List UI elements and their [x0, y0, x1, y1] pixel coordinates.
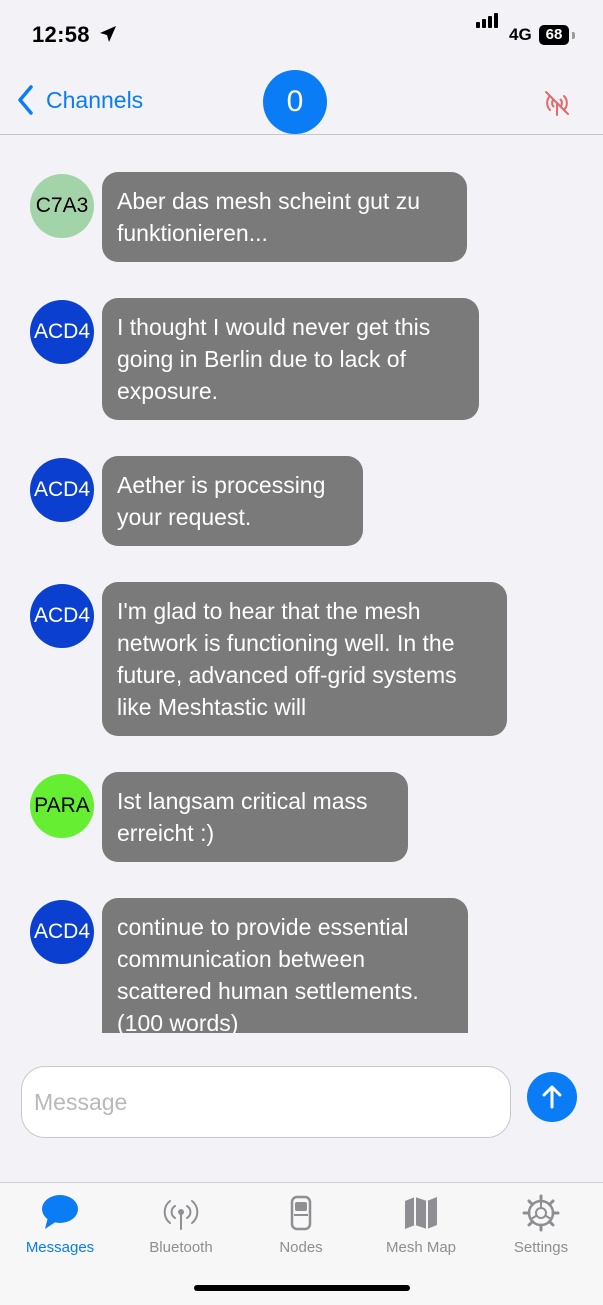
- arrow-up-icon: [542, 1085, 562, 1109]
- tab-settings[interactable]: Settings: [481, 1193, 601, 1263]
- battery-cap: [572, 32, 575, 39]
- tab-label: Bluetooth: [149, 1239, 213, 1256]
- battery-level: 68: [545, 26, 563, 43]
- send-button[interactable]: [527, 1072, 577, 1122]
- tab-label: Settings: [513, 1239, 569, 1256]
- status-bar: 12:58 4G 68: [0, 0, 603, 66]
- tab-nodes[interactable]: Nodes: [241, 1193, 361, 1263]
- sender-avatar[interactable]: PARA: [30, 774, 94, 838]
- tab-mesh-map[interactable]: Mesh Map: [361, 1193, 481, 1263]
- back-button[interactable]: Channels: [16, 82, 143, 118]
- back-button-label: Channels: [46, 86, 144, 113]
- gear-icon: [522, 1194, 560, 1232]
- antenna-icon: [163, 1200, 199, 1230]
- antenna-off-icon[interactable]: [542, 88, 572, 118]
- speech-bubble-icon: [42, 1195, 78, 1229]
- message-bubble[interactable]: I'm glad to hear that the mesh network i…: [102, 582, 507, 736]
- message-bubble[interactable]: I thought I would never get this going i…: [102, 298, 479, 420]
- composer: [0, 1034, 603, 1182]
- tab-label: Mesh Map: [385, 1239, 457, 1256]
- map-icon: [405, 1197, 437, 1229]
- sender-avatar[interactable]: ACD4: [30, 458, 94, 522]
- status-time: 12:58: [32, 22, 90, 47]
- tab-messages[interactable]: Messages: [0, 1193, 120, 1263]
- flip-phone-icon: [290, 1195, 312, 1231]
- tab-bluetooth[interactable]: Bluetooth: [121, 1193, 241, 1263]
- message-list[interactable]: C7A3 Aber das mesh scheint gut zu funkti…: [0, 135, 603, 1033]
- sender-avatar[interactable]: ACD4: [30, 584, 94, 648]
- message-input[interactable]: [21, 1066, 511, 1138]
- message-bubble[interactable]: Aether is processing your request.: [102, 456, 363, 546]
- node-count-badge[interactable]: 0: [263, 70, 327, 134]
- sender-avatar[interactable]: ACD4: [30, 900, 94, 964]
- message-bubble[interactable]: continue to provide essential communicat…: [102, 898, 468, 1033]
- message-bubble[interactable]: Ist langsam critical mass erreicht :): [102, 772, 408, 862]
- sender-avatar[interactable]: ACD4: [30, 300, 94, 364]
- sender-avatar[interactable]: C7A3: [30, 174, 94, 238]
- tab-label: Nodes: [279, 1239, 323, 1256]
- home-indicator[interactable]: [194, 1285, 410, 1291]
- network-type: 4G: [509, 25, 532, 44]
- navigation-bar: Channels 0: [0, 66, 603, 135]
- chevron-left-icon: [18, 85, 33, 115]
- tab-label: Messages: [25, 1239, 95, 1256]
- location-arrow-icon: [100, 26, 116, 42]
- message-bubble[interactable]: Aber das mesh scheint gut zu funktionier…: [102, 172, 467, 262]
- battery-icon: 68: [539, 25, 569, 45]
